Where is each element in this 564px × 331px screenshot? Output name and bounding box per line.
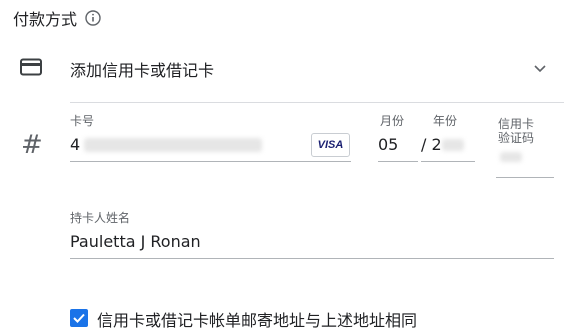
expiry-month-underline [378, 161, 418, 162]
divider [70, 102, 564, 103]
cardholder-name-value[interactable]: Pauletta J Ronan [70, 232, 201, 251]
expiry-month-label: 月份 [380, 114, 405, 128]
expiry-year-redacted [442, 139, 464, 151]
cardholder-name-underline [70, 258, 554, 259]
cvc-redacted[interactable] [500, 152, 522, 162]
card-number-label: 卡号 [70, 114, 95, 128]
info-icon[interactable] [85, 10, 101, 26]
visa-logo-text: VISA [317, 139, 344, 151]
cvc-underline [496, 177, 554, 178]
card-number-underline[interactable] [70, 161, 351, 162]
visa-logo: VISA [311, 133, 350, 157]
expiry-year-label: 年份 [433, 114, 458, 128]
expiry-year-underline [421, 161, 475, 162]
same-address-label[interactable]: 信用卡或借记卡帐单邮寄地址与上述地址相同 [97, 307, 417, 331]
same-address-checkbox[interactable] [70, 309, 88, 327]
credit-card-icon [20, 58, 42, 76]
expiry-month-value[interactable]: 05 [378, 135, 398, 154]
cvc-label-line2: 验证码 [498, 131, 535, 145]
card-number-redacted [84, 138, 262, 152]
chevron-down-icon[interactable] [532, 60, 548, 76]
add-card-label: 添加信用卡或借记卡 [70, 61, 215, 80]
payment-method-title-text: 付款方式 [13, 10, 78, 29]
card-number-value: 4 [70, 135, 81, 154]
payment-method-title: 付款方式 [13, 6, 101, 30]
card-number-hash-icon: # [21, 130, 43, 160]
cardholder-name-label: 持卡人姓名 [70, 211, 131, 225]
expiry-year-value[interactable]: / 2 [421, 135, 442, 154]
